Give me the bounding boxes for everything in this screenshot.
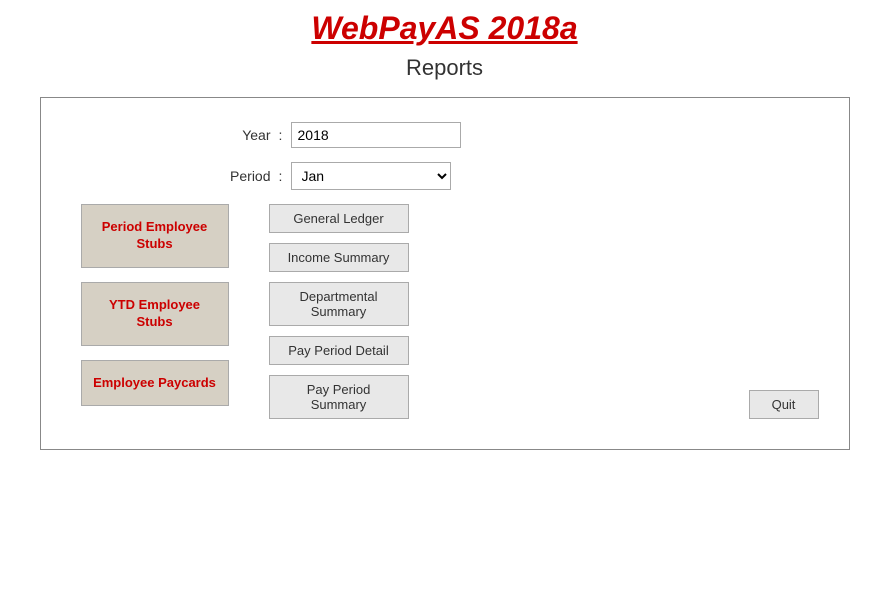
quit-button[interactable]: Quit — [749, 390, 819, 419]
period-label: Period — [191, 168, 271, 184]
right-buttons-group: General Ledger Income Summary Department… — [269, 204, 409, 419]
general-ledger-button[interactable]: General Ledger — [269, 204, 409, 233]
app-title: WebPayAS 2018a — [311, 10, 577, 47]
period-row: Period : Jan Feb Mar Apr May Jun Jul Aug… — [191, 162, 819, 190]
year-colon: : — [271, 127, 291, 143]
period-select[interactable]: Jan Feb Mar Apr May Jun Jul Aug Sep Oct … — [291, 162, 451, 190]
departmental-summary-button[interactable]: Departmental Summary — [269, 282, 409, 326]
year-input[interactable] — [291, 122, 461, 148]
pay-period-summary-button[interactable]: Pay Period Summary — [269, 375, 409, 419]
right-and-quit: General Ledger Income Summary Department… — [229, 204, 819, 419]
pay-period-detail-button[interactable]: Pay Period Detail — [269, 336, 409, 365]
year-label: Year — [191, 127, 271, 143]
employee-paycards-button[interactable]: Employee Paycards — [81, 360, 229, 407]
quit-area: Quit — [409, 390, 819, 419]
ytd-employee-stubs-button[interactable]: YTD Employee Stubs — [81, 282, 229, 346]
income-summary-button[interactable]: Income Summary — [269, 243, 409, 272]
page-title: Reports — [406, 55, 483, 81]
main-container: Year : Period : Jan Feb Mar Apr May Jun … — [40, 97, 850, 450]
left-buttons-group: Period EmployeeStubs YTD Employee Stubs … — [81, 204, 229, 406]
year-row: Year : — [191, 122, 819, 148]
period-employee-stubs-button[interactable]: Period EmployeeStubs — [81, 204, 229, 268]
buttons-area: Period EmployeeStubs YTD Employee Stubs … — [71, 204, 819, 419]
period-colon: : — [271, 168, 291, 184]
